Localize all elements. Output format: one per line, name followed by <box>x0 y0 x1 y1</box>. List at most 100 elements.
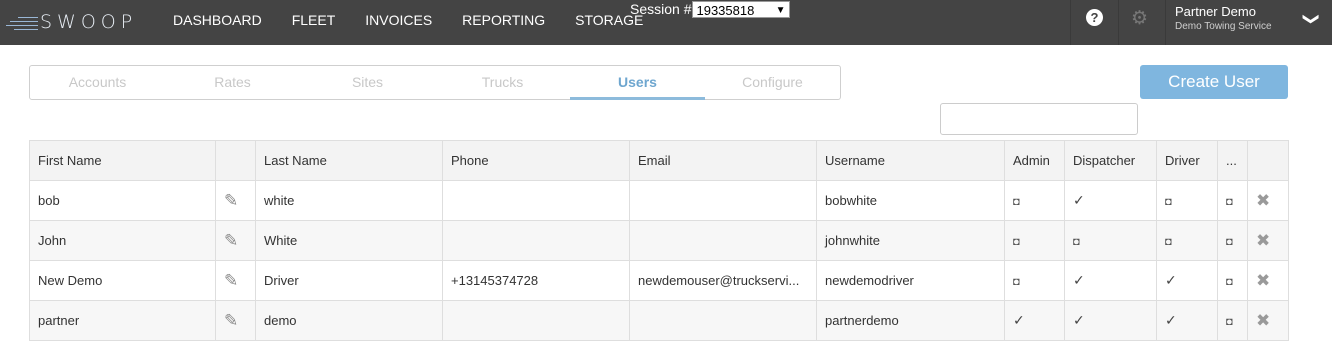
driver-cell: ◘ <box>1156 180 1218 221</box>
admin-cell: ◘ <box>1004 260 1065 301</box>
username-cell: johnwhite <box>816 220 1005 261</box>
main-nav: DASHBOARD FLEET INVOICES REPORTING STORAGE <box>158 0 658 45</box>
email-cell <box>629 220 817 261</box>
dropdown-caret-icon: ▼ <box>775 4 786 16</box>
driver-cell: ◘ <box>1156 220 1218 261</box>
admin-cell: ✓ <box>1004 300 1065 341</box>
checkbox-icon[interactable]: ◘ <box>1073 236 1080 248</box>
phone-cell <box>442 300 630 341</box>
checkmark-icon[interactable]: ✓ <box>1073 312 1085 328</box>
username-cell: bobwhite <box>816 180 1005 221</box>
username-cell: partnerdemo <box>816 300 1005 341</box>
tab-sites[interactable]: Sites <box>300 66 435 99</box>
nav-item-reporting[interactable]: REPORTING <box>447 0 560 45</box>
divider <box>1165 0 1166 45</box>
delete-cell: ✖ <box>1247 260 1289 301</box>
extra-cell: ◘ <box>1217 220 1248 261</box>
column-header-username[interactable]: Username <box>816 140 1005 181</box>
user-name[interactable]: Partner Demo <box>1175 4 1256 19</box>
checkmark-icon[interactable]: ✓ <box>1165 312 1177 328</box>
tab-configure[interactable]: Configure <box>705 66 840 99</box>
table-row: John ✎ White johnwhite ◘ ◘ ◘ ◘ ✖ <box>29 220 1289 261</box>
phone-cell <box>442 180 630 221</box>
session-label: Session # <box>630 1 692 17</box>
first-name-cell: New Demo <box>29 260 216 301</box>
table-row: bob ✎ white bobwhite ◘ ✓ ◘ ◘ ✖ <box>29 180 1289 221</box>
dispatcher-cell: ✓ <box>1064 180 1157 221</box>
checkbox-icon[interactable]: ◘ <box>1013 236 1020 248</box>
extra-cell: ◘ <box>1217 300 1248 341</box>
checkbox-icon[interactable]: ◘ <box>1226 196 1233 208</box>
nav-item-dashboard[interactable]: DASHBOARD <box>158 0 277 45</box>
edit-cell: ✎ <box>215 220 256 261</box>
nav-item-invoices[interactable]: INVOICES <box>350 0 447 45</box>
checkbox-icon[interactable]: ◘ <box>1165 196 1172 208</box>
column-header-admin[interactable]: Admin <box>1004 140 1065 181</box>
tab-trucks[interactable]: Trucks <box>435 66 570 99</box>
delete-icon[interactable]: ✖ <box>1256 231 1270 250</box>
checkmark-icon[interactable]: ✓ <box>1073 272 1085 288</box>
column-header-email[interactable]: Email <box>629 140 817 181</box>
driver-cell: ✓ <box>1156 260 1218 301</box>
session-select[interactable]: 19335818 ▼ <box>692 0 791 18</box>
admin-cell: ◘ <box>1004 220 1065 261</box>
chevron-down-icon[interactable]: ❯ <box>1302 12 1322 25</box>
driver-cell: ✓ <box>1156 300 1218 341</box>
username-cell: newdemodriver <box>816 260 1005 301</box>
checkbox-icon[interactable]: ◘ <box>1165 236 1172 248</box>
tab-accounts[interactable]: Accounts <box>30 66 165 99</box>
dispatcher-cell: ✓ <box>1064 300 1157 341</box>
column-header-first-name[interactable]: First Name <box>29 140 216 181</box>
email-cell: newdemouser@truckservi... <box>629 260 817 301</box>
delete-icon[interactable]: ✖ <box>1256 311 1270 330</box>
column-header-more[interactable]: ... <box>1217 140 1248 181</box>
first-name-cell: bob <box>29 180 216 221</box>
first-name-cell: partner <box>29 300 216 341</box>
session-picker: Session # 19335818 ▼ <box>630 0 791 18</box>
checkmark-icon[interactable]: ✓ <box>1013 312 1025 328</box>
search-input[interactable] <box>940 103 1138 135</box>
delete-cell: ✖ <box>1247 180 1289 221</box>
phone-cell: +13145374728 <box>442 260 630 301</box>
extra-cell: ◘ <box>1217 180 1248 221</box>
tab-users[interactable]: Users <box>570 66 705 100</box>
logo-lines-icon <box>6 12 38 32</box>
checkbox-icon[interactable]: ◘ <box>1226 276 1233 288</box>
checkbox-icon[interactable]: ◘ <box>1013 276 1020 288</box>
logo-text: SWOOP <box>40 11 138 33</box>
swoop-logo[interactable]: SWOOP <box>6 8 137 36</box>
column-header-dispatcher[interactable]: Dispatcher <box>1064 140 1157 181</box>
top-nav-bar: SWOOP DASHBOARD FLEET INVOICES REPORTING STO… <box>0 0 1332 45</box>
delete-icon[interactable]: ✖ <box>1256 191 1270 210</box>
checkmark-icon[interactable]: ✓ <box>1073 192 1085 208</box>
pencil-icon[interactable]: ✎ <box>224 271 238 291</box>
user-company: Demo Towing Service <box>1175 21 1272 32</box>
create-user-button[interactable]: Create User <box>1140 65 1288 99</box>
nav-item-fleet[interactable]: FLEET <box>277 0 351 45</box>
checkbox-icon[interactable]: ◘ <box>1013 196 1020 208</box>
checkbox-icon[interactable]: ◘ <box>1226 236 1233 248</box>
delete-icon[interactable]: ✖ <box>1256 271 1270 290</box>
email-cell <box>629 300 817 341</box>
delete-cell: ✖ <box>1247 220 1289 261</box>
email-cell <box>629 180 817 221</box>
column-header-last-name[interactable]: Last Name <box>255 140 443 181</box>
pencil-icon[interactable]: ✎ <box>224 231 238 251</box>
column-header-phone[interactable]: Phone <box>442 140 630 181</box>
tab-rates[interactable]: Rates <box>165 66 300 99</box>
help-icon[interactable]: ? <box>1086 9 1103 26</box>
divider <box>1118 0 1119 45</box>
last-name-cell: white <box>255 180 443 221</box>
gear-icon[interactable]: ⚙ <box>1131 7 1148 30</box>
edit-cell: ✎ <box>215 180 256 221</box>
column-header-driver[interactable]: Driver <box>1156 140 1218 181</box>
checkmark-icon[interactable]: ✓ <box>1165 272 1177 288</box>
last-name-cell: White <box>255 220 443 261</box>
pencil-icon[interactable]: ✎ <box>224 191 238 211</box>
pencil-icon[interactable]: ✎ <box>224 311 238 331</box>
column-header-edit <box>215 140 256 181</box>
edit-cell: ✎ <box>215 260 256 301</box>
table-row: partner ✎ demo partnerdemo ✓ ✓ ✓ ◘ ✖ <box>29 300 1289 341</box>
checkbox-icon[interactable]: ◘ <box>1226 316 1233 328</box>
admin-cell: ◘ <box>1004 180 1065 221</box>
